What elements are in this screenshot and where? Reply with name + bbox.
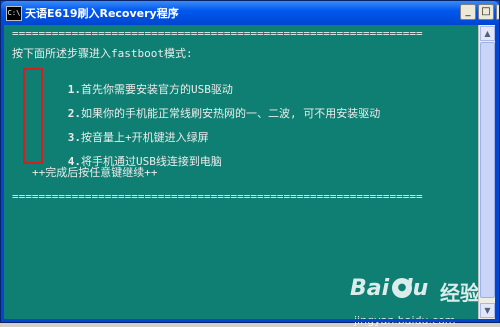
minimize-button[interactable]: _ xyxy=(460,4,476,20)
continue-prompt: ++完成后按任意键继续++ xyxy=(32,166,158,179)
window-title: 天语E619刷入Recovery程序 xyxy=(25,7,179,20)
vertical-scrollbar[interactable]: ▲ ▼ xyxy=(478,25,496,319)
baidu-logo-text: Bai du xyxy=(350,276,429,301)
title-bar[interactable]: C:\ 天语E619刷入Recovery程序 _ □ xyxy=(1,1,499,25)
highlight-box xyxy=(23,68,43,164)
console-window: C:\ 天语E619刷入Recovery程序 _ □ =============… xyxy=(0,0,500,327)
window-frame-bottom xyxy=(1,319,499,322)
window-frame-right xyxy=(495,25,499,319)
baidu-paw-icon: ● xyxy=(392,278,412,298)
separator-top: ========================================… xyxy=(12,27,423,40)
jingyan-label: 经验 xyxy=(440,281,480,305)
scroll-down-arrow-icon[interactable]: ▼ xyxy=(480,303,495,318)
scrollbar-thumb[interactable] xyxy=(480,42,495,298)
separator-bottom: ========================================… xyxy=(12,190,423,203)
intro-text: 按下面所述步骤进入fastboot模式: xyxy=(12,47,193,60)
console-output: ========================================… xyxy=(4,25,480,327)
maximize-button[interactable]: □ xyxy=(478,4,494,20)
console-app-icon[interactable]: C:\ xyxy=(6,6,22,21)
close-button[interactable] xyxy=(496,4,499,20)
scroll-up-arrow-icon[interactable]: ▲ xyxy=(480,26,495,41)
